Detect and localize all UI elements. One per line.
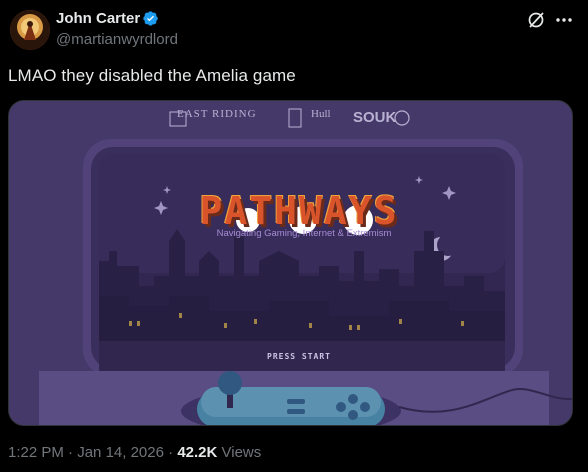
avatar[interactable]: [10, 10, 50, 50]
post-date[interactable]: Jan 14, 2026: [77, 444, 164, 461]
post-header: John Carter @martianwyrdlord: [0, 0, 588, 60]
game-title: PATHWAYS: [199, 189, 399, 233]
grok-icon[interactable]: [526, 10, 546, 30]
hull-logo: Hull: [311, 108, 331, 120]
game-screen-illustration: [9, 101, 572, 425]
verified-badge-icon: [143, 11, 158, 26]
meta-separator-2: ·: [168, 444, 174, 461]
meta-separator: ·: [68, 444, 74, 461]
souk-logo: SOUK: [353, 109, 397, 126]
post-meta: 1:22 PM · Jan 14, 2026 · 42.2K Views: [8, 444, 261, 461]
more-options-icon[interactable]: [554, 10, 574, 30]
post-text: LMAO they disabled the Amelia game: [8, 66, 296, 85]
views-label: Views: [221, 444, 262, 461]
author-handle[interactable]: @martianwyrdlord: [56, 31, 178, 48]
game-subtitle: Navigating Gaming, Internet & Extremism: [216, 228, 392, 239]
views-count: 42.2K: [177, 444, 218, 461]
east-riding-logo: EAST RIDING: [177, 108, 257, 120]
post-media-image[interactable]: EAST RIDING Hull SOUK PATHWAYS Navigatin…: [8, 100, 573, 426]
post-time[interactable]: 1:22 PM: [8, 444, 64, 461]
author-name[interactable]: John Carter: [56, 10, 140, 27]
press-start-label: PRESS START: [267, 352, 331, 361]
